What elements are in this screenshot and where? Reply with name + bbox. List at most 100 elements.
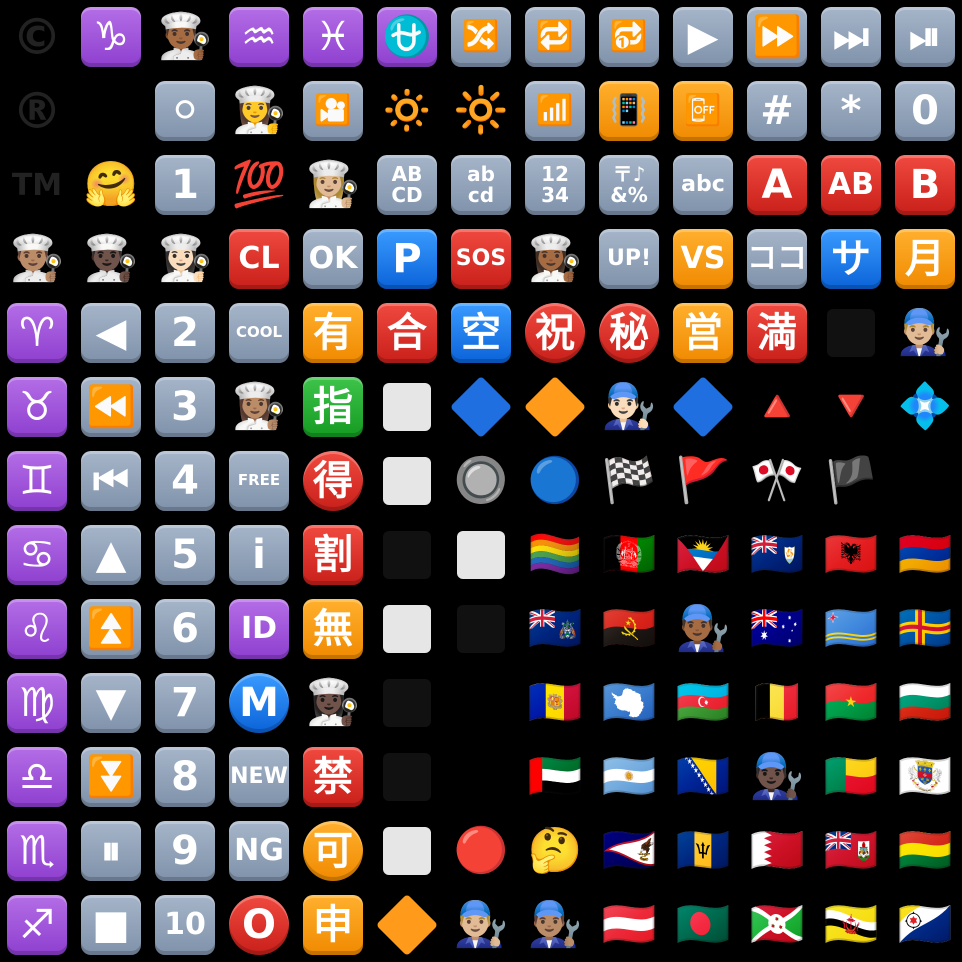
black-flag-glyph: 🏴 [823, 455, 879, 506]
black-square-button-icon [447, 595, 515, 663]
ophiuchus-label: ⛎ [377, 7, 437, 67]
repeat-icon: 🔁 [521, 3, 589, 71]
flag-benin-glyph: 🇧🇯 [823, 751, 879, 802]
pisces-label: ♓ [303, 7, 363, 67]
libra-label: ♎ [7, 747, 67, 807]
ng-button-label: NG [229, 821, 289, 881]
flag-barbados-glyph: 🇧🇧 [675, 825, 731, 876]
prohibited-label: 禁 [303, 747, 363, 807]
flag-albania-glyph: 🇦🇱 [823, 529, 879, 580]
woman-cook-fair-icon: 👩🏻‍🍳 [151, 225, 219, 293]
flag-bolivia-icon: 🇧🇴 [891, 817, 959, 885]
black-circle-icon: ⚫ [447, 743, 515, 811]
flag-bahrain-glyph: 🇧🇭 [749, 825, 805, 876]
o-button-icon: O [225, 891, 293, 959]
fast-down-label: ⏬ [81, 747, 141, 807]
flag-belgium-glyph: 🇧🇪 [749, 677, 805, 728]
rainbow-flag-icon: 🏳️‍🌈 [521, 521, 589, 589]
radio-button-glyph: 🔘 [453, 455, 509, 506]
repeat-label: 🔁 [525, 7, 585, 67]
mechanic-light-glyph: 👨🏼‍🔧 [897, 307, 953, 358]
flag-bangladesh-glyph: 🇧🇩 [675, 899, 731, 950]
flag-andorra-icon: 🇦🇩 [521, 669, 589, 737]
orange-diamond-icon [521, 373, 589, 441]
mechanic-dark-glyph: 👨🏿‍🔧 [749, 751, 805, 802]
flag-angola-icon: 🇦🇴 [595, 595, 663, 663]
monthly-amount-icon: 月 [891, 225, 959, 293]
sos-button-icon: SOS [447, 225, 515, 293]
flag-afghanistan-glyph: 🇦🇫 [601, 529, 657, 580]
flag-bolivia-glyph: 🇧🇴 [897, 825, 953, 876]
white-medium-square-shape [383, 457, 431, 505]
signal-bars-icon: 📶 [521, 77, 589, 145]
black-small-square-shape [827, 309, 875, 357]
flag-bangladesh-icon: 🇧🇩 [669, 891, 737, 959]
flag-australia-glyph: 🇦🇺 [749, 603, 805, 654]
sagittarius-icon: ♐ [3, 891, 71, 959]
flag-antarctica-glyph: 🇦🇶 [601, 677, 657, 728]
flag-st-barthelemy-glyph: 🇧🇱 [897, 751, 953, 802]
parking-icon: P [373, 225, 441, 293]
blue-circle-icon: 🔵 [521, 447, 589, 515]
flag-azerbaijan-icon: 🇦🇿 [669, 669, 737, 737]
flag-anguilla-icon: 🇦🇮 [743, 521, 811, 589]
capricorn-icon: ♑ [77, 3, 145, 71]
flag-bosnia-icon: 🇧🇦 [669, 743, 737, 811]
fast-reverse-label: ⏪ [81, 377, 141, 437]
woman-cook-darkest-glyph: 👩🏿‍🍳 [305, 677, 361, 728]
woman-cook-fair-glyph: 👩🏻‍🍳 [157, 233, 213, 284]
mechanic-medium-dark-icon: 👨🏾‍🔧 [669, 595, 737, 663]
woman-cook-medium-glyph: 👩🏽‍🍳 [231, 381, 287, 432]
black-square-icon [373, 521, 441, 589]
seven-keycap-label: 7 [155, 673, 215, 733]
down-button-icon: ▼ [77, 669, 145, 737]
mechanic-medium-icon: 👨🏽‍🔧 [521, 891, 589, 959]
cool-button-label: COOL [229, 303, 289, 363]
circled-m-icon: M [225, 669, 293, 737]
flag-burundi-glyph: 🇧🇮 [749, 899, 805, 950]
flag-uae-icon: 🇦🇪 [521, 743, 589, 811]
cl-button-label: CL [229, 229, 289, 289]
sos-button-label: SOS [451, 229, 511, 289]
vacancy-icon: 空 [447, 299, 515, 367]
flag-caribbean-netherlands-glyph: 🇧🇶 [897, 899, 953, 950]
nine-keycap-icon: 9 [151, 817, 219, 885]
five-keycap-label: 5 [155, 525, 215, 585]
white-square-icon [373, 373, 441, 441]
new-button-label: NEW [229, 747, 289, 807]
black-square-button-shape [457, 605, 505, 653]
next-track-icon: ⏭ [817, 3, 885, 71]
service-charge-icon: サ [817, 225, 885, 293]
triangular-flag-glyph: 🚩 [675, 455, 731, 506]
red-circle-glyph: 🔴 [453, 825, 509, 876]
cook-medium-icon: 👨🏽‍🍳 [3, 225, 71, 293]
reserved-label: 指 [303, 377, 363, 437]
mechanic-light-b-icon: 👨🏼‍🔧 [447, 891, 515, 959]
capricorn-label: ♑ [81, 7, 141, 67]
up-button-arrow-icon: ▲ [77, 521, 145, 589]
small-blue-diamond-shape [671, 375, 735, 439]
white-circle-icon: ⚪ [447, 669, 515, 737]
shuffle-icon: 🔀 [447, 3, 515, 71]
taurus-label: ♉ [7, 377, 67, 437]
red-circle-icon: 🔴 [447, 817, 515, 885]
triangular-flag-icon: 🚩 [669, 447, 737, 515]
two-keycap-icon: 2 [151, 299, 219, 367]
one-keycap-icon: 1 [151, 151, 219, 219]
congratulations-label: 祝 [525, 303, 585, 363]
flag-antigua-barbuda-glyph: 🇦🇬 [675, 529, 731, 580]
black-medium-square-shape [383, 753, 431, 801]
ten-keycap-label: 10 [155, 895, 215, 955]
congratulations-icon: 祝 [521, 299, 589, 367]
flag-barbados-icon: 🇧🇧 [669, 817, 737, 885]
five-keycap-icon: 5 [151, 521, 219, 589]
registered-mark-glyph: ® [12, 82, 62, 140]
secret-label: 秘 [599, 303, 659, 363]
acceptable-icon: 可 [299, 817, 367, 885]
hugging-face-icon: 🤗 [77, 151, 145, 219]
passing-grade-label: 合 [377, 303, 437, 363]
aries-icon: ♈ [3, 299, 71, 367]
four-keycap-icon: 4 [151, 447, 219, 515]
orange-diamond-shape [523, 375, 587, 439]
b-button-icon: B [891, 151, 959, 219]
